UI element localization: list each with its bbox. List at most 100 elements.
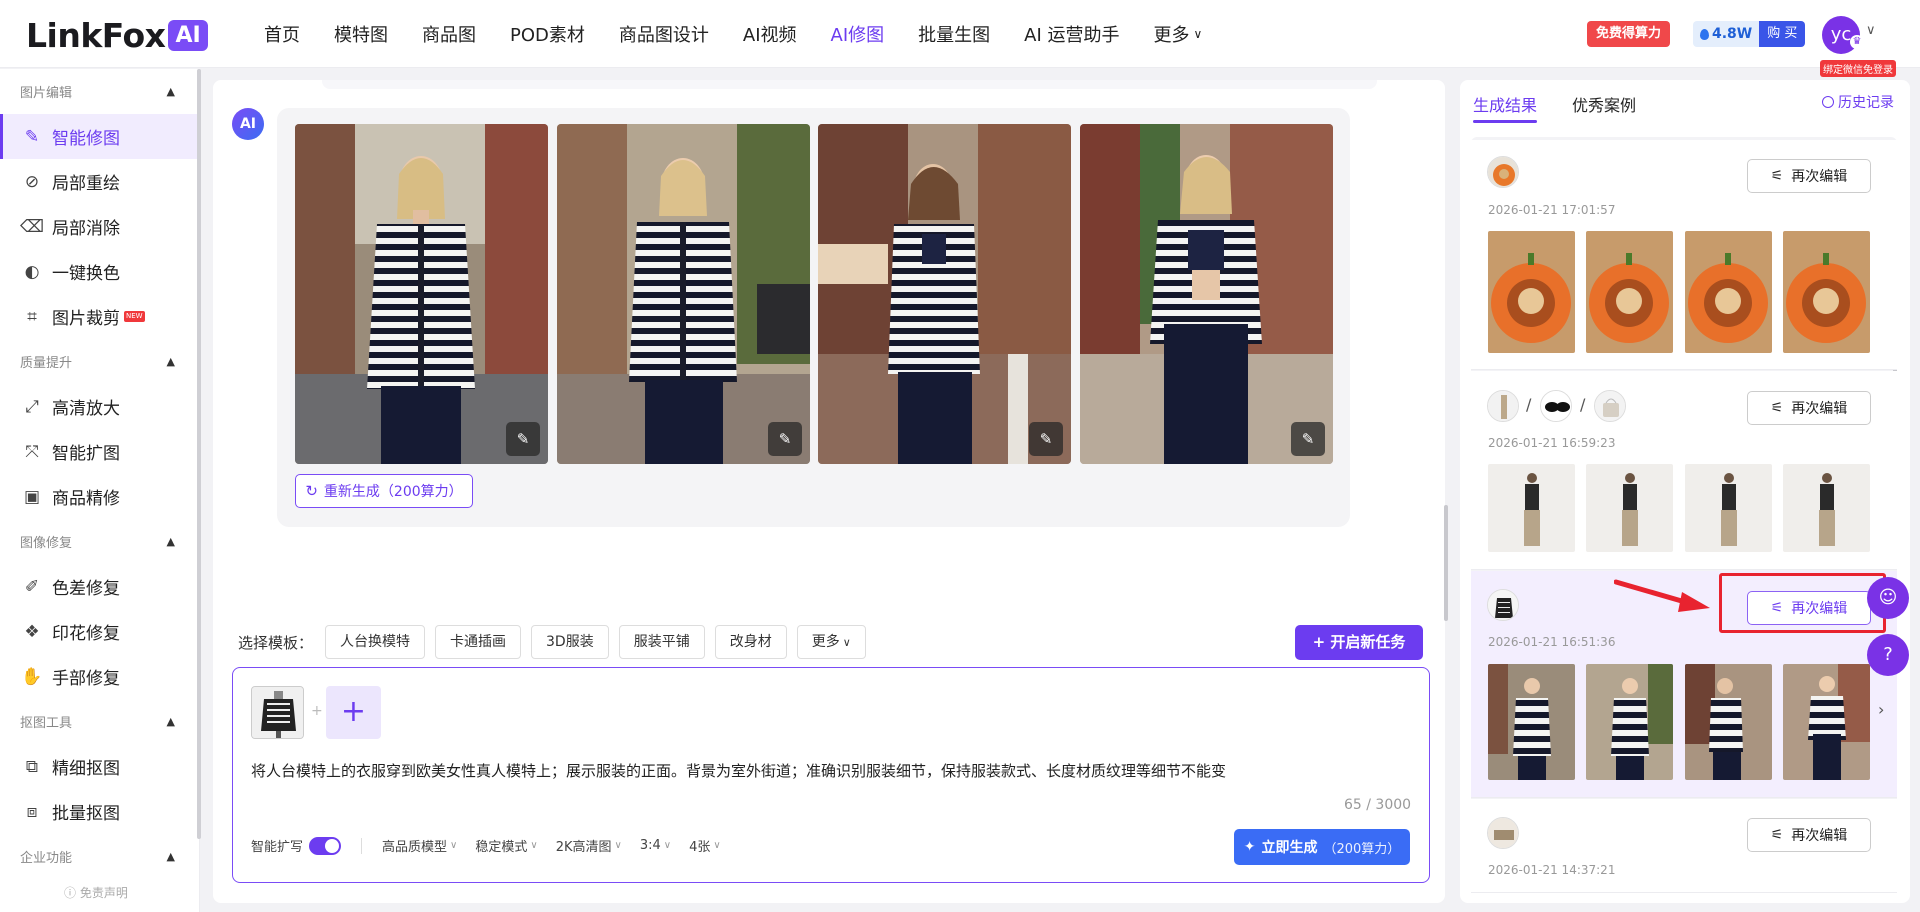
disclaimer-link[interactable]: ⓘ 免责声明: [64, 884, 128, 901]
nav-item-design[interactable]: 商品图设计: [619, 21, 709, 47]
nav-item-product[interactable]: 商品图: [422, 21, 476, 47]
reedit-button[interactable]: ⚟ 再次编辑: [1747, 818, 1871, 852]
sidebar-item-label: 高清放大: [52, 399, 120, 419]
sidebar-scrollbar[interactable]: [197, 69, 201, 839]
divider: [361, 837, 363, 854]
generate-button[interactable]: ✦ 立即生成 （200算力）: [1234, 829, 1410, 865]
nav-more-label: 更多: [1153, 25, 1190, 46]
template-chip[interactable]: 3D服装: [531, 625, 609, 659]
buy-button[interactable]: 购 买: [1759, 21, 1806, 47]
entry-source-thumb[interactable]: [1487, 817, 1519, 849]
sidebar-item-outpaint[interactable]: ⤧ 智能扩图: [0, 429, 199, 474]
entry-image[interactable]: [1783, 231, 1870, 353]
free-power-button[interactable]: 免费得算力: [1587, 21, 1671, 47]
reedit-button[interactable]: ⚟ 再次编辑: [1747, 391, 1871, 425]
template-more-button[interactable]: 更多 ∨: [796, 625, 866, 659]
regenerate-button[interactable]: ↻ 重新生成（200算力）: [295, 474, 473, 508]
entry-source-thumb[interactable]: [1540, 390, 1572, 422]
reedit-button[interactable]: ⚟ 再次编辑: [1747, 159, 1871, 193]
entry-image[interactable]: [1586, 664, 1673, 780]
sidebar-item-crop[interactable]: ⌗ 图片裁剪 NEW: [0, 294, 199, 339]
sidebar-item-smart-retouch[interactable]: ✎ 智能修图: [0, 114, 199, 159]
entry-source-thumb[interactable]: [1487, 589, 1519, 621]
count-select[interactable]: 4张 ∨: [689, 836, 721, 855]
sidebar-item-recolor[interactable]: ◐ 一键换色: [0, 249, 199, 294]
entry-source-thumb[interactable]: [1487, 390, 1519, 422]
sidebar-group-edit[interactable]: 图片编辑 ▲: [0, 69, 199, 114]
edit-image-icon[interactable]: ✎: [1029, 422, 1063, 456]
resolution-select[interactable]: 2K高清图 ∨: [556, 836, 622, 855]
entry-image[interactable]: [1488, 231, 1575, 353]
ratio-select[interactable]: 3:4 ∨: [640, 838, 671, 853]
nav-item-model[interactable]: 模特图: [334, 21, 388, 47]
nav-item-retouch[interactable]: AI修图: [831, 21, 885, 47]
entry-source-thumb[interactable]: [1487, 156, 1519, 188]
pet-bed-art: [1783, 231, 1870, 353]
new-task-button[interactable]: + 开启新任务: [1295, 625, 1423, 660]
tab-results[interactable]: 生成结果: [1473, 92, 1537, 116]
chevron-down-icon: ∨: [1193, 27, 1203, 41]
entry-source-thumb[interactable]: [1594, 390, 1626, 422]
entry-image[interactable]: [1586, 464, 1673, 552]
sidebar-group-quality[interactable]: 质量提升 ▲: [0, 339, 199, 384]
logo-badge: AI: [168, 20, 208, 51]
sidebar-item-erase[interactable]: ⌫ 局部消除: [0, 204, 199, 249]
smart-expand-toggle[interactable]: [309, 836, 342, 855]
history-link[interactable]: 历史记录: [1822, 92, 1894, 112]
logo[interactable]: LinkFox AI: [26, 16, 208, 55]
sidebar-item-print-fix[interactable]: ❖ 印花修复: [0, 609, 199, 654]
sidebar-item-hand-fix[interactable]: ✋ 手部修复: [0, 654, 199, 699]
nav-item-batch[interactable]: 批量生图: [918, 21, 990, 47]
tab-showcase[interactable]: 优秀案例: [1572, 92, 1636, 116]
nav-more[interactable]: 更多 ∨: [1153, 21, 1202, 47]
entry-image[interactable]: [1685, 464, 1772, 552]
edit-image-icon[interactable]: ✎: [1291, 422, 1325, 456]
sidebar-item-product-refine[interactable]: ▣ 商品精修: [0, 474, 199, 519]
sidebar-group-repair[interactable]: 图像修复 ▲: [0, 519, 199, 564]
mode-select[interactable]: 稳定模式 ∨: [475, 836, 537, 855]
entry-image[interactable]: [1685, 664, 1772, 780]
entry-image[interactable]: [1685, 231, 1772, 353]
sidebar-item-batch-cutout[interactable]: ⧈ 批量抠图: [0, 789, 199, 834]
sidebar-item-label: 一键换色: [52, 264, 120, 284]
entry-image[interactable]: [1488, 464, 1575, 552]
template-chip[interactable]: 改身材: [714, 625, 787, 659]
outfit-model-art: [1488, 464, 1575, 552]
result-image-3[interactable]: ✎: [818, 124, 1071, 464]
entry-image[interactable]: [1783, 664, 1870, 780]
nav-item-home[interactable]: 首页: [264, 21, 300, 47]
edit-image-icon[interactable]: ✎: [506, 422, 540, 456]
sidebar-group-cutout[interactable]: 抠图工具 ▲: [0, 699, 199, 744]
model-select[interactable]: 高品质模型 ∨: [382, 836, 457, 855]
nav-item-assistant[interactable]: AI 运营助手: [1024, 21, 1119, 47]
template-chip[interactable]: 服装平铺: [618, 625, 705, 659]
template-chip[interactable]: 人台换模特: [325, 625, 426, 659]
input-image-thumbnail[interactable]: [251, 686, 304, 739]
result-image-1-art: [295, 124, 548, 464]
help-icon[interactable]: ?: [1867, 634, 1909, 676]
power-balance[interactable]: 4.8W 购 买: [1693, 21, 1806, 47]
nav-item-pod[interactable]: POD素材: [510, 21, 585, 47]
wechat-bind-tag[interactable]: 绑定微信免登录: [1820, 60, 1896, 77]
support-chat-icon[interactable]: ☺: [1867, 577, 1909, 619]
result-image-2[interactable]: ✎: [557, 124, 810, 464]
entry-image[interactable]: [1488, 664, 1575, 780]
chevron-right-icon[interactable]: ›: [1878, 700, 1884, 719]
chevron-down-icon[interactable]: ∨: [1866, 23, 1876, 38]
outfit-model-art: [1685, 464, 1772, 552]
prompt-text[interactable]: 将人台模特上的衣服穿到欧美女性真人模特上；展示服装的正面。背景为室外街道；准确识…: [251, 760, 1226, 781]
main-scrollbar[interactable]: [1444, 505, 1448, 621]
result-image-1[interactable]: ✎: [295, 124, 548, 464]
sidebar-group-enterprise[interactable]: 企业功能 ▲: [0, 834, 199, 879]
sidebar-item-color-fix[interactable]: ✐ 色差修复: [0, 564, 199, 609]
edit-image-icon[interactable]: ✎: [768, 422, 802, 456]
template-chip[interactable]: 卡通插画: [435, 625, 522, 659]
entry-image[interactable]: [1586, 231, 1673, 353]
entry-image[interactable]: [1783, 464, 1870, 552]
nav-item-video[interactable]: AI视频: [743, 21, 797, 47]
sidebar-item-fine-cutout[interactable]: ⧉ 精细抠图: [0, 744, 199, 789]
sidebar-item-inpaint[interactable]: ⊘ 局部重绘: [0, 159, 199, 204]
sidebar-item-upscale[interactable]: ⤢ 高清放大: [0, 384, 199, 429]
add-image-button[interactable]: +: [326, 686, 381, 739]
result-image-4[interactable]: ✎: [1080, 124, 1333, 464]
